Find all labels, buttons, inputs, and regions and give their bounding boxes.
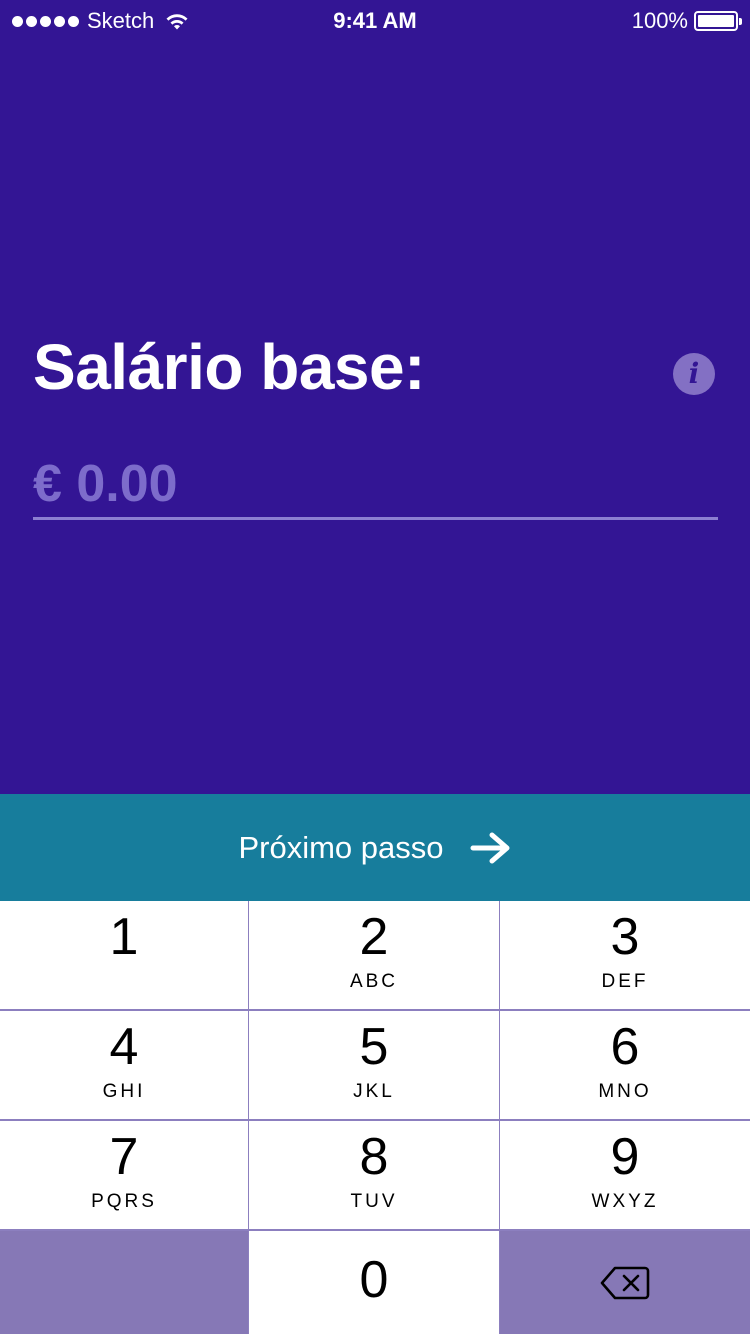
key-blank xyxy=(0,1231,248,1334)
info-icon[interactable]: i xyxy=(673,353,715,395)
next-step-button[interactable]: Próximo passo xyxy=(0,794,750,901)
key-digit: 5 xyxy=(359,1018,389,1076)
battery-percent: 100% xyxy=(631,8,688,33)
key-7[interactable]: 7 PQRS xyxy=(0,1121,248,1229)
arrow-right-icon xyxy=(470,832,510,863)
key-digit: 8 xyxy=(359,1128,389,1186)
key-digit: 2 xyxy=(359,908,389,966)
status-right: 100% xyxy=(631,8,742,34)
key-letters: GHI xyxy=(102,1081,146,1102)
key-6[interactable]: 6 MNO xyxy=(500,1011,750,1119)
key-letters: PQRS xyxy=(91,1191,157,1212)
key-digit: 9 xyxy=(610,1128,640,1186)
screen: Sketch 9:41 AM 100% Salário base: i Próx… xyxy=(0,0,750,1334)
key-8[interactable]: 8 TUV xyxy=(249,1121,499,1229)
key-5[interactable]: 5 JKL xyxy=(249,1011,499,1119)
salary-amount-input[interactable] xyxy=(33,450,718,520)
key-letters: WXYZ xyxy=(591,1191,659,1212)
key-letters: ABC xyxy=(349,971,399,992)
key-0[interactable]: 0 xyxy=(249,1231,499,1334)
key-9[interactable]: 9 WXYZ xyxy=(500,1121,750,1229)
key-2[interactable]: 2 ABC xyxy=(249,901,499,1009)
key-3[interactable]: 3 DEF xyxy=(500,901,750,1009)
next-step-label: Próximo passo xyxy=(238,829,444,865)
key-digit: 1 xyxy=(109,908,139,966)
key-digit: 3 xyxy=(610,908,640,966)
key-digit: 6 xyxy=(610,1018,640,1076)
numeric-keypad: 1 2 ABC 3 DEF 4 GHI 5 JKL 6 MNO 7 PQRS 8 xyxy=(0,901,750,1334)
backspace-icon xyxy=(600,1266,650,1299)
delete-key[interactable] xyxy=(500,1231,750,1334)
key-1[interactable]: 1 xyxy=(0,901,248,1009)
key-letters: DEF xyxy=(601,971,649,992)
key-letters: TUV xyxy=(350,1191,398,1212)
status-bar: Sketch 9:41 AM 100% xyxy=(0,0,750,40)
key-digit: 0 xyxy=(359,1250,389,1309)
key-letters: JKL xyxy=(353,1081,395,1102)
battery-icon xyxy=(694,11,742,31)
key-digit: 7 xyxy=(109,1128,139,1186)
key-digit: 4 xyxy=(109,1018,139,1076)
key-letters: MNO xyxy=(598,1081,652,1102)
field-title: Salário base: xyxy=(33,331,425,403)
key-4[interactable]: 4 GHI xyxy=(0,1011,248,1119)
